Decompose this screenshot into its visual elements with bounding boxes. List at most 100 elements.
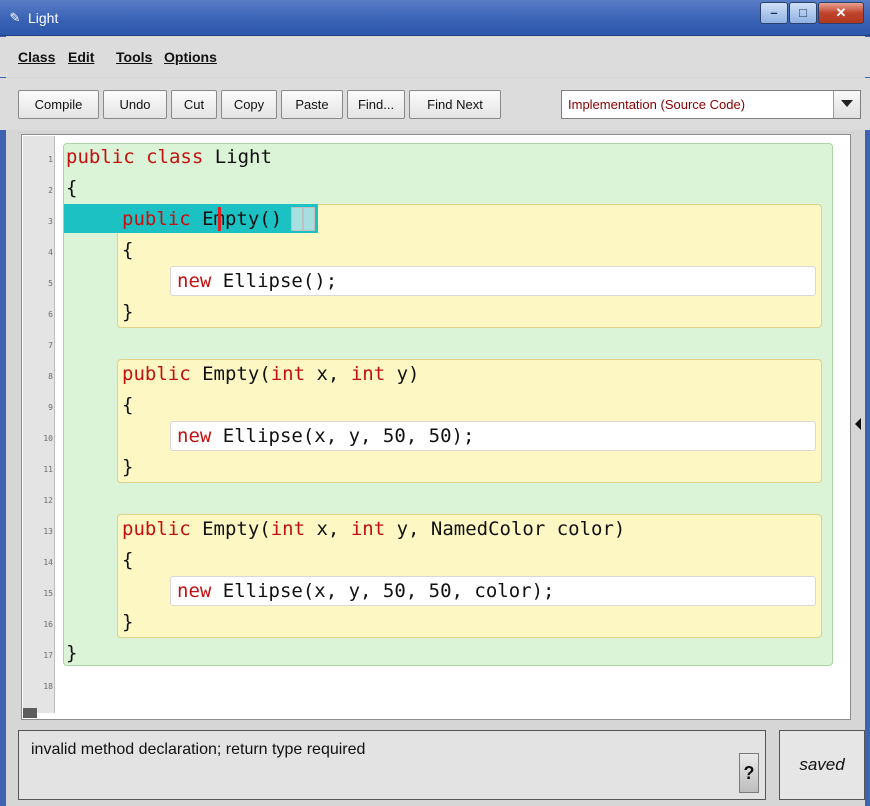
keyword: public bbox=[122, 208, 203, 230]
window-border-right bbox=[865, 36, 870, 806]
window-title: Light bbox=[28, 10, 59, 26]
code-line[interactable]: } bbox=[66, 641, 77, 665]
menu-tools[interactable]: Tools bbox=[116, 49, 152, 65]
view-select[interactable]: Implementation (Source Code) bbox=[561, 90, 861, 119]
find-next-button[interactable]: Find Next bbox=[409, 90, 501, 119]
code-text: { bbox=[66, 177, 78, 199]
line-number: 6 bbox=[48, 310, 53, 319]
undo-button[interactable]: Undo bbox=[103, 90, 167, 119]
line-number: 15 bbox=[43, 589, 53, 598]
code-line[interactable]: new Ellipse(x, y, 50, 50); bbox=[177, 424, 474, 448]
menu-class[interactable]: Class bbox=[18, 49, 55, 65]
toolbar: Compile Undo Cut Copy Paste Find... Find… bbox=[0, 78, 870, 130]
view-select-dropdown-button[interactable] bbox=[833, 91, 860, 118]
code-line[interactable]: } bbox=[122, 455, 133, 479]
menu-options[interactable]: Options bbox=[164, 49, 217, 65]
code-text: { bbox=[122, 239, 134, 261]
line-number: 5 bbox=[48, 279, 53, 288]
error-help-button[interactable]: ? bbox=[739, 753, 759, 793]
code-line[interactable]: } bbox=[122, 300, 133, 324]
code-text: Ellipse(x, y, 50, 50); bbox=[211, 425, 475, 447]
code-line[interactable]: public class Light bbox=[66, 145, 272, 169]
maximize-button[interactable]: □ bbox=[789, 2, 817, 24]
code-line[interactable]: } bbox=[122, 610, 133, 634]
paste-button[interactable]: Paste bbox=[281, 90, 343, 119]
code-text: Empty( bbox=[190, 363, 271, 385]
line-number-gutter: 1 2 3 4 5 6 7 8 9 10 11 12 13 14 15 16 1… bbox=[23, 136, 55, 713]
code-text: y, NamedColor color) bbox=[385, 518, 626, 540]
code-text: Ellipse(x, y, 50, 50, color); bbox=[211, 580, 555, 602]
code-editor[interactable]: 1 2 3 4 5 6 7 8 9 10 11 12 13 14 15 16 1… bbox=[21, 134, 851, 720]
code-text: Ellipse(); bbox=[211, 270, 338, 292]
bracket-match-highlight bbox=[303, 207, 315, 231]
minimize-icon: – bbox=[770, 5, 778, 20]
code-line[interactable]: { bbox=[122, 393, 133, 417]
save-status: saved bbox=[779, 730, 865, 800]
keyword: int bbox=[270, 363, 306, 385]
code-text: Empty( bbox=[190, 518, 271, 540]
line-number: 12 bbox=[43, 496, 53, 505]
error-message: invalid method declaration; return type … bbox=[31, 741, 366, 758]
keyword: int bbox=[270, 518, 306, 540]
compile-button[interactable]: Compile bbox=[18, 90, 99, 119]
code-text: { bbox=[122, 394, 134, 416]
code-text: } bbox=[122, 611, 134, 633]
window-controls: – □ ✕ bbox=[759, 2, 864, 24]
code-text: { bbox=[122, 549, 134, 571]
line-number: 3 bbox=[48, 217, 53, 226]
copy-button[interactable]: Copy bbox=[221, 90, 277, 119]
code-text: ) bbox=[270, 208, 283, 230]
keyword: int bbox=[350, 363, 386, 385]
text-cursor bbox=[218, 207, 221, 231]
code-line[interactable]: public Empty(int x, int y) bbox=[122, 362, 419, 386]
code-text: ( bbox=[259, 208, 271, 230]
status-message-panel: invalid method declaration; return type … bbox=[18, 730, 766, 800]
menu-edit[interactable]: Edit bbox=[68, 49, 94, 65]
keyword: int bbox=[350, 518, 386, 540]
code-line[interactable]: { bbox=[122, 548, 133, 572]
keyword: new bbox=[177, 580, 212, 602]
keyword: public class bbox=[66, 146, 204, 168]
find-button[interactable]: Find... bbox=[347, 90, 405, 119]
chevron-down-icon bbox=[841, 100, 853, 107]
line-number: 13 bbox=[43, 527, 53, 536]
line-number: 11 bbox=[43, 465, 53, 474]
line-number: 4 bbox=[48, 248, 53, 257]
code-text: x, bbox=[305, 518, 351, 540]
window-border-left bbox=[0, 36, 6, 806]
line-number: 2 bbox=[48, 186, 53, 195]
line-number: 16 bbox=[43, 620, 53, 629]
code-text: Empty bbox=[202, 208, 260, 230]
collapse-panel-icon[interactable] bbox=[855, 418, 861, 430]
code-line[interactable]: new Ellipse(x, y, 50, 50, color); bbox=[177, 579, 555, 603]
menu-bar: Class Edit Tools Options bbox=[0, 37, 870, 77]
line-number: 14 bbox=[43, 558, 53, 567]
code-text: y) bbox=[385, 363, 420, 385]
line-number: 7 bbox=[48, 341, 53, 350]
title-bar[interactable]: ✎ Light – □ ✕ bbox=[0, 0, 870, 36]
maximize-icon: □ bbox=[799, 5, 807, 20]
bracket-match-highlight bbox=[291, 207, 303, 231]
line-number: 8 bbox=[48, 372, 53, 381]
cut-button[interactable]: Cut bbox=[171, 90, 217, 119]
minimize-button[interactable]: – bbox=[760, 2, 788, 24]
bluej-bird-icon: ✎ bbox=[9, 10, 21, 25]
code-text: Light bbox=[203, 146, 272, 168]
code-line[interactable]: public Empty(int x, int y, NamedColor co… bbox=[122, 517, 625, 541]
keyword: new bbox=[177, 425, 212, 447]
line-number: 1 bbox=[48, 155, 53, 164]
code-text: } bbox=[122, 456, 134, 478]
code-line[interactable]: { bbox=[122, 238, 133, 262]
code-line[interactable]: public Empty() bbox=[122, 207, 282, 231]
gutter-scroll-marker bbox=[23, 708, 37, 718]
code-line[interactable]: { bbox=[66, 176, 77, 200]
close-button[interactable]: ✕ bbox=[818, 2, 864, 24]
keyword: public bbox=[122, 363, 191, 385]
code-text: } bbox=[122, 301, 134, 323]
keyword: public bbox=[122, 518, 191, 540]
code-text: x, bbox=[305, 363, 351, 385]
line-number: 18 bbox=[43, 682, 53, 691]
code-text: } bbox=[66, 642, 78, 664]
code-line[interactable]: new Ellipse(); bbox=[177, 269, 337, 293]
view-select-value: Implementation (Source Code) bbox=[568, 97, 746, 112]
